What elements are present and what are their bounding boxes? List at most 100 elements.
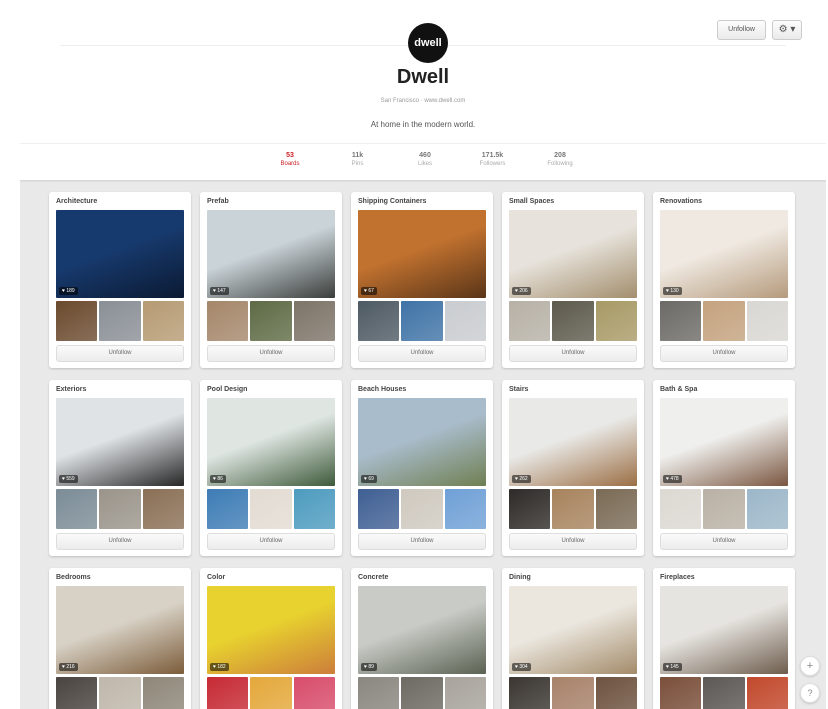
board-cover-image[interactable]: ♥ 67 xyxy=(358,210,486,298)
board-thumbnail-image[interactable] xyxy=(99,677,141,709)
unfollow-board-button[interactable]: Unfollow xyxy=(207,345,335,362)
board-thumbnail-image[interactable] xyxy=(746,677,788,709)
board-card[interactable]: Bath & Spa ♥ 478 Unfollow xyxy=(653,380,795,556)
board-title[interactable]: Dining xyxy=(509,574,531,581)
board-cover-image[interactable]: ♥ 86 xyxy=(207,398,335,486)
board-thumbnail-image[interactable] xyxy=(401,677,443,709)
board-thumbnail-image[interactable] xyxy=(250,301,292,341)
stat-followers[interactable]: 171.5k Followers xyxy=(463,152,523,167)
unfollow-board-button[interactable]: Unfollow xyxy=(207,533,335,550)
board-card[interactable]: Renovations ♥ 130 Unfollow xyxy=(653,192,795,368)
board-thumbnail-image[interactable] xyxy=(401,489,443,529)
board-thumbnail-image[interactable] xyxy=(746,301,788,341)
board-thumbnail-image[interactable] xyxy=(99,301,141,341)
board-card[interactable]: Stairs ♥ 262 Unfollow xyxy=(502,380,644,556)
board-title[interactable]: Exteriors xyxy=(56,386,86,393)
board-title[interactable]: Bedrooms xyxy=(56,574,91,581)
board-thumbnail-image[interactable] xyxy=(509,301,551,341)
board-title[interactable]: Small Spaces xyxy=(509,198,554,205)
board-thumbnail-image[interactable] xyxy=(142,677,184,709)
board-card[interactable]: Prefab ♥ 147 Unfollow xyxy=(200,192,342,368)
board-card[interactable]: Shipping Containers ♥ 67 Unfollow xyxy=(351,192,493,368)
board-thumbnail-image[interactable] xyxy=(293,301,335,341)
board-cover-image[interactable]: ♥ 262 xyxy=(509,398,637,486)
board-card[interactable]: Architecture ♥ 189 Unfollow xyxy=(49,192,191,368)
board-thumbnail-image[interactable] xyxy=(552,489,594,529)
board-title[interactable]: Bath & Spa xyxy=(660,386,697,393)
board-cover-image[interactable]: ♥ 189 xyxy=(56,210,184,298)
board-thumbnail-image[interactable] xyxy=(660,301,702,341)
board-title[interactable]: Pool Design xyxy=(207,386,247,393)
board-thumbnail-image[interactable] xyxy=(552,301,594,341)
board-card[interactable]: Pool Design ♥ 86 Unfollow xyxy=(200,380,342,556)
unfollow-board-button[interactable]: Unfollow xyxy=(509,533,637,550)
board-thumbnail-image[interactable] xyxy=(509,677,551,709)
board-title[interactable]: Concrete xyxy=(358,574,388,581)
board-thumbnail-image[interactable] xyxy=(703,489,745,529)
board-cover-image[interactable]: ♥ 130 xyxy=(660,210,788,298)
board-thumbnail-image[interactable] xyxy=(207,677,249,709)
board-title[interactable]: Color xyxy=(207,574,225,581)
board-cover-image[interactable]: ♥ 559 xyxy=(56,398,184,486)
board-title[interactable]: Prefab xyxy=(207,198,229,205)
board-card[interactable]: Fireplaces♥ 145Unfollow xyxy=(653,568,795,709)
board-title[interactable]: Renovations xyxy=(660,198,702,205)
board-thumbnail-image[interactable] xyxy=(703,677,745,709)
board-title[interactable]: Fireplaces xyxy=(660,574,695,581)
board-thumbnail-image[interactable] xyxy=(746,489,788,529)
board-card[interactable]: Exteriors ♥ 559 Unfollow xyxy=(49,380,191,556)
unfollow-board-button[interactable]: Unfollow xyxy=(56,345,184,362)
board-thumbnail-image[interactable] xyxy=(142,301,184,341)
board-cover-image[interactable]: ♥ 89 xyxy=(358,586,486,674)
board-thumbnail-image[interactable] xyxy=(444,677,486,709)
board-thumbnail-image[interactable] xyxy=(56,677,98,709)
board-thumbnail-image[interactable] xyxy=(293,677,335,709)
add-pin-button[interactable]: + xyxy=(800,656,820,676)
board-cover-image[interactable]: ♥ 304 xyxy=(509,586,637,674)
board-thumbnail-image[interactable] xyxy=(444,489,486,529)
board-thumbnail-image[interactable] xyxy=(250,677,292,709)
unfollow-board-button[interactable]: Unfollow xyxy=(358,345,486,362)
board-thumbnail-image[interactable] xyxy=(99,489,141,529)
board-thumbnail-image[interactable] xyxy=(703,301,745,341)
board-card[interactable]: Bedrooms♥ 216Unfollow xyxy=(49,568,191,709)
board-card[interactable]: Dining♥ 304Unfollow xyxy=(502,568,644,709)
stat-likes[interactable]: 460 Likes xyxy=(395,152,455,167)
board-cover-image[interactable]: ♥ 69 xyxy=(358,398,486,486)
unfollow-profile-button[interactable]: Unfollow xyxy=(717,20,766,40)
unfollow-board-button[interactable]: Unfollow xyxy=(660,345,788,362)
board-thumbnail-image[interactable] xyxy=(358,489,400,529)
board-thumbnail-image[interactable] xyxy=(358,301,400,341)
help-button[interactable]: ? xyxy=(800,683,820,703)
unfollow-board-button[interactable]: Unfollow xyxy=(509,345,637,362)
board-card[interactable]: Small Spaces ♥ 206 Unfollow xyxy=(502,192,644,368)
board-thumbnail-image[interactable] xyxy=(293,489,335,529)
board-thumbnail-image[interactable] xyxy=(595,301,637,341)
board-card[interactable]: Color♥ 182Unfollow xyxy=(200,568,342,709)
board-thumbnail-image[interactable] xyxy=(401,301,443,341)
board-cover-image[interactable]: ♥ 206 xyxy=(509,210,637,298)
board-thumbnail-image[interactable] xyxy=(595,489,637,529)
board-thumbnail-image[interactable] xyxy=(552,677,594,709)
board-cover-image[interactable]: ♥ 147 xyxy=(207,210,335,298)
board-card[interactable]: Concrete♥ 89Unfollow xyxy=(351,568,493,709)
board-title[interactable]: Stairs xyxy=(509,386,528,393)
board-thumbnail-image[interactable] xyxy=(56,489,98,529)
board-thumbnail-image[interactable] xyxy=(509,489,551,529)
board-card[interactable]: Beach Houses ♥ 69 Unfollow xyxy=(351,380,493,556)
board-thumbnail-image[interactable] xyxy=(142,489,184,529)
unfollow-board-button[interactable]: Unfollow xyxy=(660,533,788,550)
board-cover-image[interactable]: ♥ 145 xyxy=(660,586,788,674)
board-thumbnail-image[interactable] xyxy=(207,301,249,341)
stat-following[interactable]: 208 Following xyxy=(530,152,590,167)
unfollow-board-button[interactable]: Unfollow xyxy=(358,533,486,550)
board-thumbnail-image[interactable] xyxy=(660,489,702,529)
unfollow-board-button[interactable]: Unfollow xyxy=(56,533,184,550)
stat-boards[interactable]: 53 Boards xyxy=(260,152,320,167)
board-cover-image[interactable]: ♥ 478 xyxy=(660,398,788,486)
board-thumbnail-image[interactable] xyxy=(444,301,486,341)
board-title[interactable]: Beach Houses xyxy=(358,386,406,393)
board-thumbnail-image[interactable] xyxy=(250,489,292,529)
board-thumbnail-image[interactable] xyxy=(56,301,98,341)
board-cover-image[interactable]: ♥ 216 xyxy=(56,586,184,674)
